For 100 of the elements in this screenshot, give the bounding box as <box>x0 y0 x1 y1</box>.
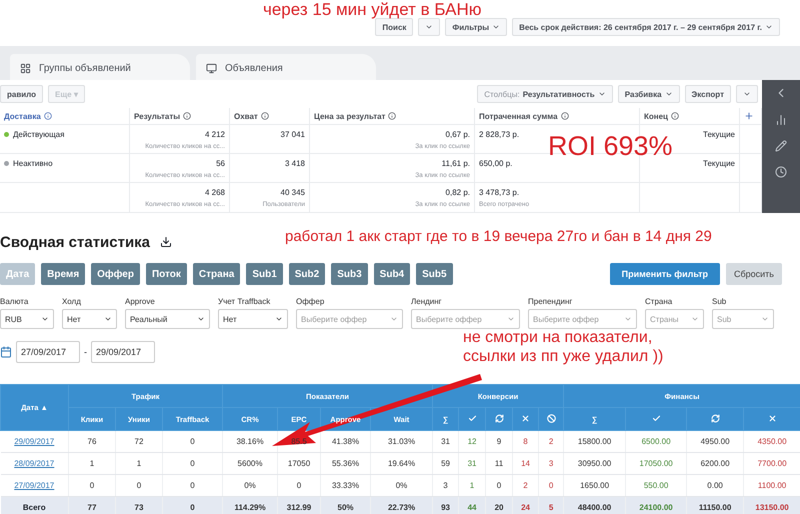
table-cell: 1 <box>90 459 94 468</box>
select-field[interactable]: Выберите оффер <box>411 309 520 329</box>
table-cell: 11,61 р. <box>442 159 470 168</box>
table-cell: 2 <box>548 437 554 446</box>
table-cell: 650,00 р. <box>479 159 512 168</box>
select-field[interactable]: Страны <box>645 309 704 329</box>
select-field[interactable]: Выберите оффер <box>528 309 637 329</box>
table-cell: 3 418 <box>284 159 305 168</box>
annotation-text: не смотри на показатели, ссылки из пп уже удалил )) <box>463 328 664 366</box>
caret-icon <box>197 315 205 323</box>
ban-icon <box>546 414 556 422</box>
reset-button[interactable]: Сбросить <box>726 263 782 285</box>
table-cell: 31 <box>441 437 450 446</box>
grouping-button[interactable]: Sub2 <box>288 263 326 285</box>
table-cell: 72 <box>134 437 144 446</box>
table-cell: 312.99 <box>286 503 312 512</box>
column-header[interactable]: Доставка <box>4 112 41 120</box>
tab[interactable]: Группы объявлений <box>10 54 190 80</box>
date-range-button[interactable]: Весь срок действия: 26 сентября 2017 г. – 29 сентября 2017 г. <box>512 18 780 36</box>
tab[interactable]: Объявления <box>196 54 376 80</box>
date-field[interactable]: 29/09/2017 <box>91 341 155 363</box>
grouping-button[interactable]: Sub3 <box>331 263 368 285</box>
date-link[interactable]: 28/09/2017 <box>14 459 54 468</box>
refresh-icon <box>710 414 720 422</box>
info-icon <box>44 112 52 120</box>
select-field[interactable]: Нет <box>62 309 117 329</box>
check-icon <box>652 414 661 422</box>
select-field[interactable]: Sub <box>712 309 774 329</box>
clock-icon[interactable] <box>775 166 787 178</box>
table-cell: 14 <box>521 459 530 468</box>
table-cell: 73 <box>134 503 144 512</box>
apply-filter-button[interactable]: Применить фильтр <box>610 263 720 285</box>
info-icon <box>260 112 269 120</box>
calendar-icon[interactable] <box>0 346 12 358</box>
table-cell: 114.29% <box>234 503 266 512</box>
table-cell: 93 <box>441 503 450 512</box>
bar-chart-icon[interactable] <box>775 114 787 126</box>
select-field[interactable]: Реальный <box>125 309 210 329</box>
table-cell: 6500.00 <box>642 437 671 446</box>
table-cell: 4350.00 <box>758 437 787 446</box>
grouping-button[interactable]: Страна <box>192 263 240 285</box>
table-cell: 17050.00 <box>639 459 673 468</box>
grouping-button[interactable]: Поток <box>146 263 187 285</box>
filter-label: Approve <box>125 297 156 306</box>
table-cell: 77 <box>88 503 96 512</box>
table-cell: 31.03% <box>388 437 416 446</box>
table-cell: 15800.00 <box>578 437 612 446</box>
column-header[interactable]: Результаты <box>134 112 180 120</box>
date-link[interactable]: 27/09/2017 <box>14 481 54 490</box>
filter-label: Учет Traffback <box>218 297 272 306</box>
filters-button[interactable]: Фильтры <box>445 18 508 36</box>
column-header[interactable]: Цена за результат <box>314 112 386 120</box>
refresh-icon <box>494 414 504 422</box>
search-button[interactable]: Поиск <box>375 18 414 36</box>
table-cell: 44 <box>468 503 476 512</box>
section-title: Сводная статистика <box>0 234 150 250</box>
table-cell: 0 <box>496 481 502 490</box>
info-icon <box>670 112 679 120</box>
table-cell: 1 <box>136 459 142 468</box>
close-icon <box>768 414 777 422</box>
table-cell: 1100.00 <box>758 481 786 490</box>
table-cell: 5 <box>548 503 554 512</box>
table-cell: 6200.00 <box>700 459 730 468</box>
select-field[interactable]: RUB <box>0 309 54 329</box>
pencil-icon[interactable] <box>775 140 787 152</box>
table-cell: 20 <box>494 503 504 512</box>
select-field[interactable]: Выберите оффер <box>296 309 403 329</box>
table-cell: 2 <box>523 481 528 490</box>
add-icon[interactable] <box>744 111 754 121</box>
table-cell: 0% <box>396 481 408 490</box>
table-cell: Текущие <box>703 159 735 168</box>
date-field[interactable]: 27/09/2017 <box>16 341 80 363</box>
table-cell: 0 <box>136 481 142 490</box>
column-header[interactable]: Конец <box>644 112 668 120</box>
info-icon <box>388 112 396 120</box>
monitor-icon <box>206 62 217 74</box>
caret-icon <box>104 315 112 323</box>
select-field[interactable]: Нет <box>218 309 288 329</box>
export-button[interactable]: Экспорт <box>684 85 731 103</box>
breakdown-button[interactable]: Разбивка <box>618 85 680 103</box>
close-icon <box>521 414 530 422</box>
grouping-button[interactable]: Sub4 <box>374 263 410 285</box>
filter-label: Препендинг <box>528 297 574 306</box>
caret-icon <box>743 90 751 98</box>
table-cell: 22.73% <box>388 503 416 512</box>
columns-button[interactable]: Столбцы: Результативность <box>477 85 613 103</box>
grouping-button[interactable]: Sub1 <box>246 263 283 285</box>
download-icon[interactable] <box>160 236 172 248</box>
table-cell: 0 <box>548 481 554 490</box>
column-header[interactable]: Охват <box>234 112 258 120</box>
annotation-text: ROI 693% <box>548 130 673 162</box>
rule-button[interactable]: равило <box>0 85 44 103</box>
caret-icon <box>41 315 49 323</box>
date-link[interactable]: 29/09/2017 <box>14 437 54 446</box>
grouping-button[interactable]: Оффер <box>91 263 140 285</box>
column-header[interactable]: Потраченная сумма <box>479 112 558 120</box>
grouping-button[interactable]: Sub5 <box>416 263 453 285</box>
table-cell: 19.64% <box>388 459 416 468</box>
grouping-button[interactable]: Время <box>41 263 86 285</box>
table-cell: 550.00 <box>644 481 668 490</box>
